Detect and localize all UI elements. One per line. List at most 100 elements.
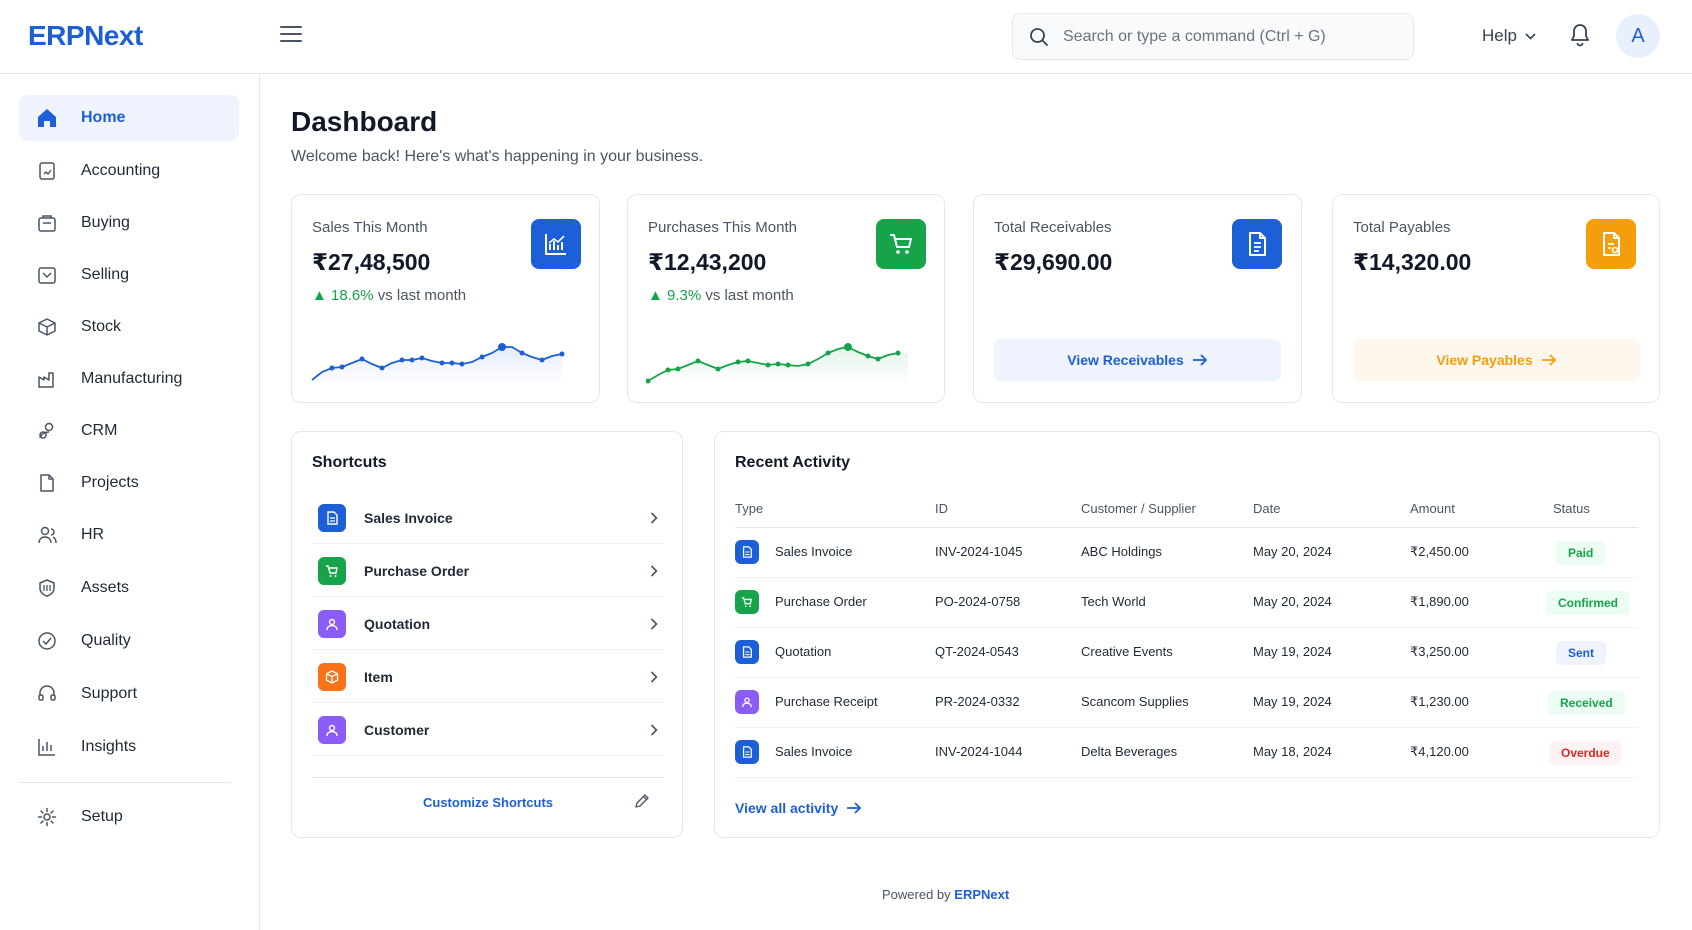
crm-icon	[35, 419, 59, 443]
help-dropdown[interactable]: Help	[1482, 26, 1536, 46]
status-badge: Sent	[1556, 641, 1607, 665]
sidebar-item-label: Setup	[81, 808, 123, 825]
status-badge: Overdue	[1549, 741, 1622, 765]
customize-shortcuts-link[interactable]: Customize Shortcuts	[423, 795, 553, 810]
sidebar-item-home[interactable]: Home	[19, 95, 239, 141]
sidebar-item-quality[interactable]: Quality	[19, 618, 239, 664]
document-icon	[1232, 219, 1282, 269]
stat-value: ₹14,320.00	[1353, 249, 1472, 275]
stat-trend: ▲ 18.6% vs last month	[312, 287, 467, 304]
user-avatar[interactable]: A	[1616, 14, 1660, 58]
shortcut-customer[interactable]: Customer	[312, 704, 664, 756]
view-payables-button[interactable]: View Payables	[1353, 339, 1640, 381]
table-row[interactable]: Purchase Order PO-2024-0758 Tech World M…	[735, 578, 1638, 628]
page-title: Dashboard	[291, 106, 438, 137]
search-input[interactable]	[1063, 14, 1403, 59]
footer: Powered by ERPNext	[882, 887, 1010, 902]
top-bar: ERPNext Help A	[0, 0, 1692, 74]
stat-label: Sales This Month	[312, 219, 428, 236]
chevron-right-icon	[650, 670, 658, 683]
total-payables-card: Total Payables ₹14,320.00 View Payables	[1332, 194, 1660, 403]
sidebar-item-insights[interactable]: Insights	[19, 724, 239, 770]
document-icon	[735, 540, 759, 564]
purchases-this-month-card: Purchases This Month ₹12,43,200 ▲ 9.3% v…	[627, 194, 945, 403]
sidebar-item-label: Projects	[81, 474, 139, 491]
column-header: Customer / Supplier	[1081, 501, 1196, 516]
chevron-right-icon	[650, 564, 658, 577]
shortcut-sales-invoice[interactable]: Sales Invoice	[312, 492, 664, 544]
status-badge: Received	[1548, 691, 1625, 715]
notifications-button[interactable]	[1568, 22, 1592, 53]
sidebar-item-buying[interactable]: Buying	[19, 200, 239, 246]
box-icon	[318, 662, 346, 691]
sidebar-item-selling[interactable]: Selling	[19, 252, 239, 298]
sidebar-item-label: CRM	[81, 422, 118, 439]
sidebar-item-label: Support	[81, 685, 138, 702]
shortcut-quotation[interactable]: Quotation	[312, 598, 664, 650]
search-bar[interactable]	[1012, 13, 1414, 60]
menu-toggle-button[interactable]	[280, 26, 302, 44]
help-label: Help	[1482, 26, 1517, 45]
shortcut-purchase-order[interactable]: Purchase Order	[312, 545, 664, 597]
cart-icon	[876, 219, 926, 269]
sidebar-item-projects[interactable]: Projects	[19, 460, 239, 506]
sales-this-month-card: Sales This Month ₹27,48,500 ▲ 18.6% vs l…	[291, 194, 600, 403]
stock-icon	[35, 315, 59, 339]
user-icon	[735, 690, 759, 714]
cart-icon	[318, 556, 346, 585]
sidebar-item-label: Accounting	[81, 162, 161, 179]
sidebar-item-setup[interactable]: Setup	[19, 794, 239, 840]
hr-icon	[35, 523, 59, 547]
table-row[interactable]: Quotation QT-2024-0543 Creative Events M…	[735, 628, 1638, 678]
sidebar-item-label: Stock	[81, 318, 122, 335]
document-icon	[318, 503, 346, 532]
page-subtitle: Welcome back! Here's what's happening in…	[291, 148, 704, 165]
accounting-icon	[35, 159, 59, 183]
stat-trend: ▲ 9.3% vs last month	[648, 287, 794, 304]
chevron-right-icon	[650, 511, 658, 524]
manufacturing-icon	[35, 367, 59, 391]
arrow-right-icon	[847, 802, 862, 814]
recent-activity-panel: Recent Activity Type ID Customer / Suppl…	[714, 431, 1660, 838]
shortcuts-title: Shortcuts	[312, 454, 387, 471]
cart-icon	[735, 590, 759, 614]
view-receivables-button[interactable]: View Receivables	[994, 339, 1281, 381]
shortcuts-divider	[312, 777, 664, 778]
document-icon	[735, 740, 759, 764]
sidebar-item-manufacturing[interactable]: Manufacturing	[19, 356, 239, 402]
column-header: Status	[1553, 501, 1590, 516]
sidebar-item-crm[interactable]: CRM	[19, 408, 239, 454]
erpnext-logo[interactable]: ERPNext	[28, 20, 143, 52]
column-header: Date	[1253, 501, 1281, 516]
gear-icon	[35, 805, 59, 829]
sidebar-item-stock[interactable]: Stock	[19, 304, 239, 350]
sidebar-divider	[19, 782, 231, 783]
document-icon	[735, 640, 759, 664]
pencil-icon[interactable]	[634, 793, 650, 809]
projects-icon	[35, 471, 59, 495]
sidebar-item-label: Home	[81, 109, 126, 126]
sales-sparkline	[311, 343, 565, 385]
insights-icon	[35, 735, 59, 759]
stat-label: Total Payables	[1353, 219, 1451, 236]
sidebar-item-hr[interactable]: HR	[19, 512, 239, 558]
table-row[interactable]: Sales Invoice INV-2024-1045 ABC Holdings…	[735, 528, 1638, 578]
sidebar-item-label: HR	[81, 526, 105, 543]
sidebar-item-accounting[interactable]: Accounting	[19, 148, 239, 194]
status-badge: Confirmed	[1546, 591, 1630, 615]
stat-value: ₹29,690.00	[994, 249, 1113, 275]
sidebar-item-assets[interactable]: Assets	[19, 565, 239, 611]
quality-icon	[35, 629, 59, 653]
table-row[interactable]: Sales Invoice INV-2024-1044 Delta Bevera…	[735, 728, 1638, 778]
shortcut-item[interactable]: Item	[312, 651, 664, 703]
column-header: Type	[735, 501, 764, 516]
shortcuts-panel: Shortcuts Sales Invoice Purchase Order Q…	[291, 431, 683, 838]
recent-activity-title: Recent Activity	[735, 454, 850, 471]
home-icon	[35, 106, 59, 130]
view-all-activity-link[interactable]: View all activity	[735, 800, 862, 816]
sidebar-item-support[interactable]: Support	[19, 671, 239, 717]
stat-value: ₹12,43,200	[648, 249, 767, 275]
table-row[interactable]: Purchase Receipt PR-2024-0332 Scancom Su…	[735, 678, 1638, 728]
footer-brand-link[interactable]: ERPNext	[954, 887, 1009, 902]
bell-icon	[1571, 24, 1589, 47]
